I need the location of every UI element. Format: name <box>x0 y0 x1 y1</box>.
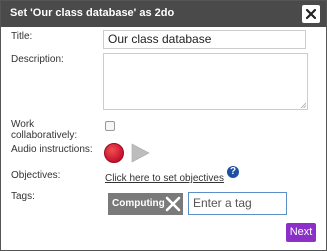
description-textarea[interactable] <box>103 53 308 110</box>
tag-chip: Computing <box>108 193 183 215</box>
title-input[interactable]: Our class database <box>103 30 306 49</box>
remove-tag-icon[interactable] <box>165 196 181 212</box>
help-icon[interactable]: ? <box>227 166 239 178</box>
close-button[interactable] <box>302 5 320 23</box>
next-button[interactable]: Next <box>286 223 316 242</box>
collaborative-label-line2: collaboratively: <box>11 130 78 141</box>
description-label: Description: <box>11 54 64 65</box>
tag-chip-label: Computing <box>112 198 165 209</box>
set-2do-dialog: Set 'Our class database' as 2do Title: O… <box>0 0 327 251</box>
title-label: Title: <box>11 31 33 42</box>
play-icon[interactable] <box>130 143 150 163</box>
audio-instructions-label: Audio instructions: <box>11 144 93 155</box>
objectives-label: Objectives: <box>11 170 61 181</box>
record-button[interactable] <box>104 143 124 163</box>
dialog-titlebar: Set 'Our class database' as 2do <box>1 1 326 27</box>
dialog-title: Set 'Our class database' as 2do <box>10 7 175 19</box>
set-objectives-link[interactable]: Click here to set objectives <box>105 173 224 184</box>
tags-label: Tags: <box>11 191 35 202</box>
close-icon <box>306 9 316 19</box>
resize-grip-icon[interactable] <box>300 102 306 108</box>
collaborative-label-line1: Work <box>11 119 35 130</box>
tag-input[interactable]: Enter a tag <box>188 192 287 215</box>
collaborative-checkbox[interactable] <box>105 121 115 131</box>
